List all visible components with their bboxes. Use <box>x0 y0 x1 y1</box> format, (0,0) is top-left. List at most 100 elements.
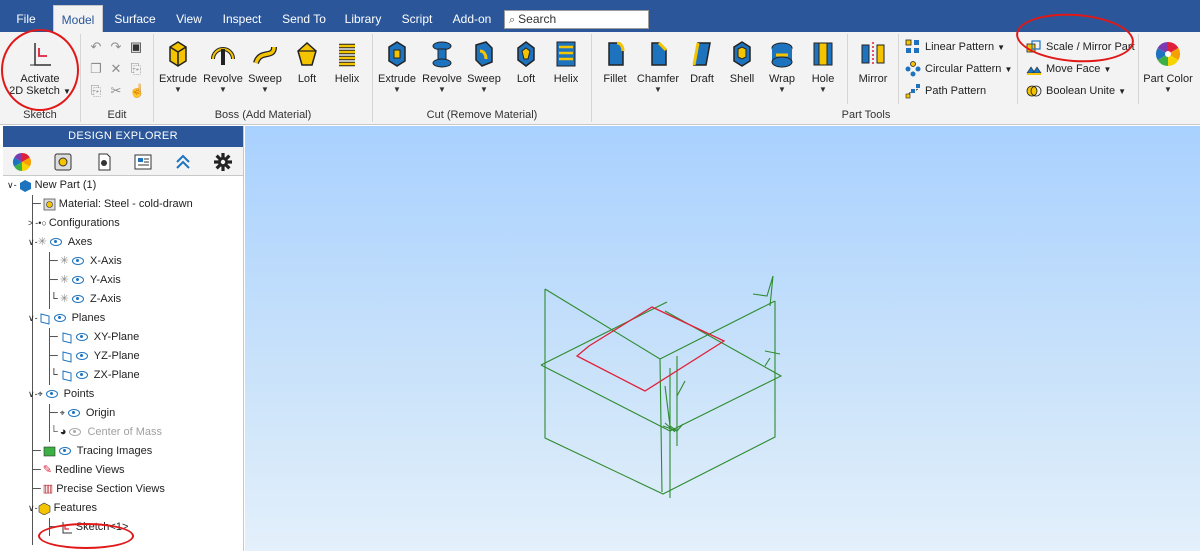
cut-revolve-button[interactable]: Revolve ▼ <box>420 35 464 103</box>
tree-item-redline-views[interactable]: ─ ✎ Redline Views <box>33 461 125 480</box>
collapse-all-icon[interactable] <box>173 152 193 172</box>
tab-inspect[interactable]: Inspect <box>218 0 266 32</box>
boss-helix-button[interactable]: Helix <box>328 35 366 103</box>
delete-icon[interactable]: ✕ <box>109 62 123 76</box>
tree-item-points[interactable]: ∨-⌖ Points <box>28 385 94 404</box>
tree-item-configurations[interactable]: > -•○ Configurations <box>28 214 120 233</box>
tree-item-new-part[interactable]: ∨- New Part (1) <box>7 176 96 195</box>
tab-script[interactable]: Script <box>396 0 438 32</box>
draft-button[interactable]: Draft <box>684 35 720 103</box>
hole-button[interactable]: Hole ▼ <box>805 35 841 103</box>
tree-item-material[interactable]: ─ Material: Steel - cold-drawn <box>33 195 193 214</box>
shell-button[interactable]: Shell <box>724 35 760 103</box>
tree-item-planes[interactable]: ∨- Planes <box>28 309 105 328</box>
tree-item-yz-plane[interactable]: ─ YZ-Plane <box>50 347 140 366</box>
paste-icon[interactable]: ⎘ <box>89 84 103 98</box>
move-face-button[interactable]: Move Face ▼ <box>1026 59 1111 79</box>
tree-item-y-axis[interactable]: ─ ✳ Y-Axis <box>50 271 121 290</box>
chevron-down-icon: ∨- <box>7 180 17 190</box>
tree-item-precise-section-views[interactable]: ─ ▥ Precise Section Views <box>33 480 165 499</box>
visibility-eye-icon[interactable] <box>75 333 88 342</box>
part-properties-icon[interactable] <box>94 152 114 172</box>
image-icon <box>43 446 56 456</box>
cut-extrude-button[interactable]: Extrude ▼ <box>376 35 418 103</box>
boss-sweep-button[interactable]: Sweep ▼ <box>246 35 284 103</box>
scale-mirror-part-button[interactable]: Scale / Mirror Part <box>1026 37 1135 57</box>
path-pattern-icon <box>905 84 920 99</box>
export-icon[interactable]: ⎘ <box>129 62 143 76</box>
cut-helix-button[interactable]: Helix <box>547 35 585 103</box>
tree-item-x-axis[interactable]: ─ ✳ X-Axis <box>50 252 122 271</box>
activate-2d-sketch-button[interactable]: Activate 2D Sketch ▼ <box>2 35 78 103</box>
visibility-eye-icon[interactable] <box>72 276 85 285</box>
select-icon[interactable]: ☝ <box>129 84 145 98</box>
boss-helix-label: Helix <box>334 73 360 85</box>
visibility-eye-icon[interactable] <box>67 409 80 418</box>
tab-view[interactable]: View <box>170 0 208 32</box>
linear-pattern-label: Linear Pattern <box>925 41 995 53</box>
visibility-eye-icon[interactable] <box>75 371 88 380</box>
boss-extrude-button[interactable]: Extrude ▼ <box>157 35 199 103</box>
cut-sweep-icon <box>475 41 493 67</box>
tab-model[interactable]: Model <box>53 5 103 32</box>
circular-pattern-button[interactable]: Circular Pattern ▼ <box>905 59 1012 79</box>
tree-item-origin[interactable]: ─ ⌖ Origin <box>50 404 115 423</box>
fillet-button[interactable]: Fillet <box>597 35 633 103</box>
tree-item-sketch-1[interactable]: ─ Sketch<1> <box>50 518 128 537</box>
3d-viewport[interactable] <box>245 126 1200 551</box>
visibility-eye-icon[interactable] <box>58 447 71 456</box>
tree-item-zx-plane[interactable]: └ ZX-Plane <box>50 366 140 385</box>
chevron-down-icon: ∨- <box>28 503 38 513</box>
tree-item-tracing-images[interactable]: ─ Tracing Images <box>33 442 152 461</box>
path-pattern-button[interactable]: Path Pattern <box>905 81 986 101</box>
cut-helix-icon <box>556 41 576 67</box>
visibility-eye-icon[interactable] <box>75 352 88 361</box>
color-wheel-icon[interactable] <box>12 152 32 172</box>
tree-item-z-axis[interactable]: └ ✳ Z-Axis <box>50 290 121 309</box>
circular-pattern-icon <box>905 61 921 77</box>
linear-pattern-icon <box>905 39 919 54</box>
visibility-eye-icon[interactable] <box>69 428 82 437</box>
copy-icon[interactable]: ❐ <box>89 62 103 76</box>
tree-item-center-of-mass[interactable]: └ ◕ Center of Mass <box>50 423 162 442</box>
part-color-button[interactable]: Part Color ▼ <box>1141 35 1195 103</box>
properties-icon[interactable]: ▣ <box>129 40 143 54</box>
cut-revolve-icon <box>432 41 452 68</box>
hole-label: Hole <box>811 73 835 85</box>
visibility-eye-icon[interactable] <box>49 238 62 247</box>
visibility-eye-icon[interactable] <box>45 390 58 399</box>
tree-item-xy-plane[interactable]: ─ XY-Plane <box>50 328 139 347</box>
search-input[interactable]: ⌕ Search <box>504 10 649 29</box>
visibility-eye-icon[interactable] <box>53 314 66 323</box>
boolean-unite-button[interactable]: Boolean Unite ▼ <box>1026 81 1126 101</box>
tab-add-on[interactable]: Add-on <box>447 0 497 32</box>
linear-pattern-button[interactable]: Linear Pattern ▼ <box>905 37 1005 57</box>
group-label-edit: Edit <box>107 109 127 121</box>
tree-item-features[interactable]: ∨- Features <box>28 499 97 518</box>
boss-extrude-label: Extrude <box>159 73 197 85</box>
tab-send-to[interactable]: Send To <box>277 0 331 32</box>
boss-revolve-button[interactable]: Revolve ▼ <box>201 35 245 103</box>
cut-icon[interactable]: ✂ <box>109 84 123 98</box>
plane-icon <box>62 369 72 382</box>
wrap-button[interactable]: Wrap ▼ <box>764 35 800 103</box>
settings-gear-icon[interactable] <box>213 152 233 172</box>
tab-library[interactable]: Library <box>340 0 386 32</box>
tab-surface[interactable]: Surface <box>110 0 160 32</box>
visibility-eye-icon[interactable] <box>72 257 85 266</box>
image-icon[interactable] <box>133 152 153 172</box>
chamfer-button[interactable]: Chamfer ▼ <box>636 35 680 103</box>
boss-loft-button[interactable]: Loft <box>288 35 326 103</box>
tab-file[interactable]: File <box>8 0 44 32</box>
mirror-button[interactable]: Mirror <box>852 35 894 103</box>
feature-icon <box>38 502 50 515</box>
visibility-eye-icon[interactable] <box>72 295 85 304</box>
cut-sweep-button[interactable]: Sweep ▼ <box>465 35 503 103</box>
redo-icon[interactable]: ↷ <box>109 40 123 54</box>
material-icon[interactable] <box>53 152 73 172</box>
cut-extrude-icon <box>388 41 406 67</box>
wrap-label: Wrap <box>768 73 796 85</box>
undo-icon[interactable]: ↶ <box>89 40 103 54</box>
tree-item-axes[interactable]: ∨-✳ Axes <box>28 233 92 252</box>
cut-loft-button[interactable]: Loft <box>507 35 545 103</box>
